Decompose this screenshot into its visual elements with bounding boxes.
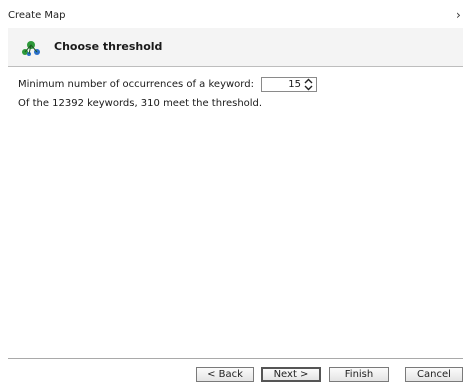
threshold-value[interactable]: 15 (288, 79, 301, 90)
window-title: Create Map (8, 10, 66, 21)
threshold-row: Minimum number of occurrences of a keywo… (18, 76, 317, 92)
page-title: Choose threshold (54, 40, 163, 53)
map-wizard-icon (20, 36, 42, 58)
threshold-label: Minimum number of occurrences of a keywo… (18, 78, 254, 90)
footer-separator (8, 358, 463, 359)
threshold-summary: Of the 12392 keywords, 310 meet the thre… (18, 98, 263, 109)
finish-button[interactable]: Finish (329, 367, 389, 382)
title-bar: Create Map › (0, 0, 463, 28)
wizard-header: Choose threshold (8, 28, 463, 67)
close-icon[interactable]: › (456, 8, 461, 22)
cancel-button[interactable]: Cancel (405, 367, 463, 382)
wizard-content: Minimum number of occurrences of a keywo… (8, 67, 463, 357)
spinner-arrows-icon[interactable] (303, 78, 314, 91)
threshold-spinner[interactable]: 15 (260, 76, 317, 92)
back-button[interactable]: < Back (196, 367, 254, 382)
next-button[interactable]: Next > (261, 367, 321, 382)
